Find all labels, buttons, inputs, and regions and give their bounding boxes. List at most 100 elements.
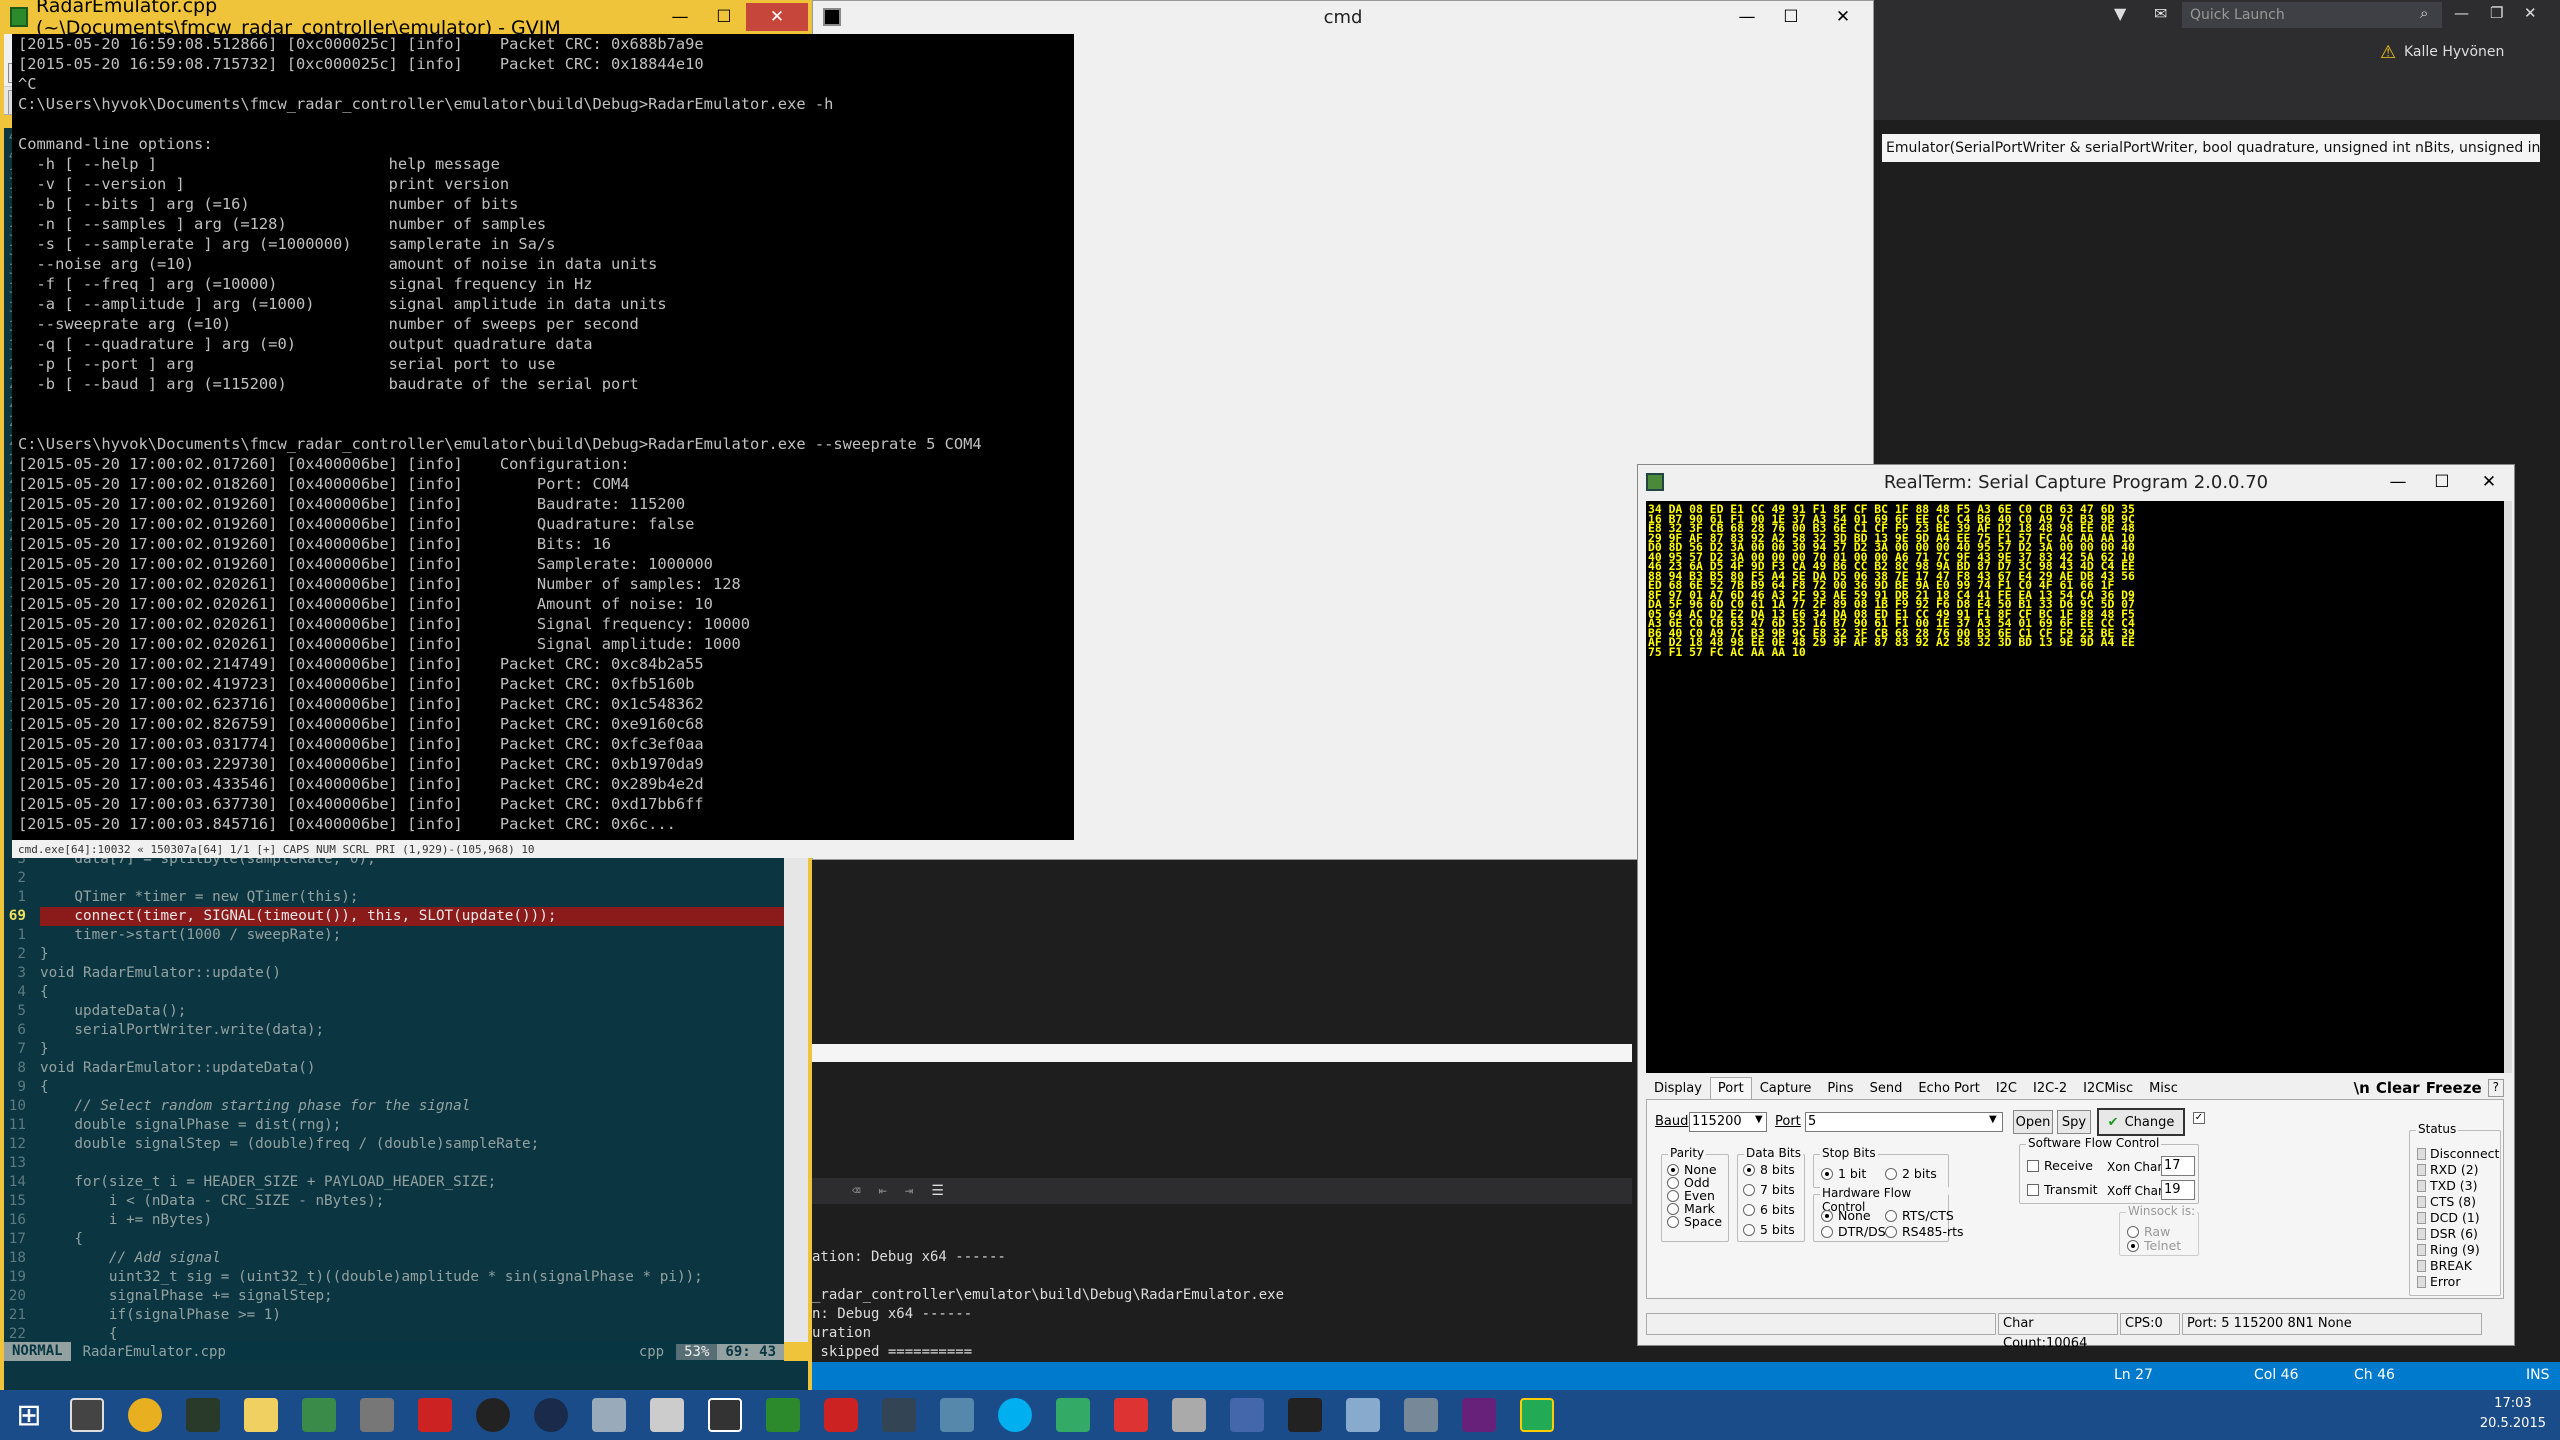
taskbar-app[interactable] <box>406 1390 464 1440</box>
taskbar-app[interactable] <box>1218 1390 1276 1440</box>
maximize-button[interactable]: ☐ <box>2420 468 2464 496</box>
chevron-down-icon[interactable]: ▼ <box>1755 1114 1763 1125</box>
stopbits-1-radio[interactable]: 1 bit <box>1821 1166 1866 1181</box>
steam-icon <box>534 1398 568 1432</box>
clear-button[interactable]: Clear <box>2376 1079 2420 1097</box>
console-line: [2015-05-20 16:59:08.715732] [0xc000025c… <box>18 55 704 73</box>
status-led-icon <box>2417 1179 2426 1192</box>
tab-echo-port[interactable]: Echo Port <box>1910 1077 1987 1099</box>
quick-launch-input[interactable]: Quick Launch <box>2182 2 2442 28</box>
taskbar-app[interactable] <box>580 1390 638 1440</box>
xoff-input[interactable]: 19 <box>2161 1180 2195 1200</box>
code-line: 8 void RadarEmulator::updateData() <box>4 1059 784 1078</box>
tab-send[interactable]: Send <box>1862 1077 1911 1099</box>
parity-space-radio[interactable]: Space <box>1667 1214 1722 1229</box>
cmd-titlebar[interactable]: cmd — ☐ ✕ <box>813 1 1873 33</box>
status-disconnect[interactable]: Disconnect <box>2417 1146 2499 1161</box>
receive-checkbox[interactable]: Receive <box>2027 1158 2093 1173</box>
taskbar-app[interactable] <box>174 1390 232 1440</box>
transmit-checkbox[interactable]: Transmit <box>2027 1182 2098 1197</box>
taskbar-app[interactable] <box>928 1390 986 1440</box>
chevron-down-icon[interactable]: ▼ <box>1989 1114 1997 1125</box>
clear-output-icon[interactable]: ⌫ <box>852 1182 860 1201</box>
taskbar-app[interactable] <box>1334 1390 1392 1440</box>
realterm-terminal[interactable]: 34 DA 08 ED E1 CC 49 91 F1 8F CF BC 1F 8… <box>1646 501 2504 1073</box>
tab-misc[interactable]: Misc <box>2141 1077 2186 1099</box>
port-select[interactable]: 5 <box>1805 1112 2003 1132</box>
line-text: double signalPhase = dist(rng); <box>40 1117 342 1133</box>
close-button[interactable]: ✕ <box>1813 3 1873 31</box>
prev-message-icon[interactable]: ⇤ <box>878 1182 886 1201</box>
hwflow-dtrdsr-radio[interactable]: DTR/DSR <box>1821 1224 1894 1239</box>
databits-5-radio[interactable]: 5 bits <box>1743 1222 1795 1237</box>
minimize-button[interactable]: — <box>2454 4 2469 22</box>
help-button[interactable]: ? <box>2487 1079 2504 1097</box>
taskbar-app[interactable] <box>1276 1390 1334 1440</box>
taskbar-app[interactable] <box>464 1390 522 1440</box>
feedback-icon[interactable]: ✉ <box>2154 4 2167 23</box>
freeze-button[interactable]: Freeze <box>2426 1079 2482 1097</box>
minimize-button[interactable]: — <box>1725 3 1769 31</box>
next-message-icon[interactable]: ⇥ <box>905 1182 913 1201</box>
stopbits-2-radio[interactable]: 2 bits <box>1885 1166 1937 1181</box>
user-name[interactable]: Kalle Hyvönen <box>2404 44 2504 60</box>
taskbar-app[interactable] <box>232 1390 290 1440</box>
taskbar-app[interactable] <box>986 1390 1044 1440</box>
tab-i2c[interactable]: I2C <box>1988 1077 2025 1099</box>
hwflow-none-radio[interactable]: None <box>1821 1208 1871 1223</box>
taskbar-app[interactable] <box>1160 1390 1218 1440</box>
spy-button[interactable]: Spy <box>2057 1110 2091 1134</box>
taskbar-app[interactable] <box>522 1390 580 1440</box>
tab-i2cmisc[interactable]: I2CMisc <box>2075 1077 2141 1099</box>
minimize-button[interactable]: — <box>658 3 702 31</box>
realterm-scrollbar[interactable] <box>2504 501 2512 1073</box>
restore-button[interactable]: ❐ <box>2490 4 2503 22</box>
word-wrap-icon[interactable]: ☰ <box>931 1182 944 1201</box>
taskbar-app[interactable] <box>58 1390 116 1440</box>
databits-6-radio[interactable]: 6 bits <box>1743 1202 1795 1217</box>
gvim-titlebar[interactable]: RadarEmulator.cpp (~\Documents\fmcw_rada… <box>4 0 808 39</box>
start-button[interactable]: ⊞ <box>0 1390 58 1440</box>
taskbar-app[interactable] <box>1508 1390 1566 1440</box>
taskbar-app[interactable] <box>638 1390 696 1440</box>
close-button[interactable]: ✕ <box>2464 468 2514 496</box>
system-clock[interactable]: 17:03 20.5.2015 <box>2480 1394 2546 1434</box>
taskbar-app[interactable] <box>696 1390 754 1440</box>
line-number: 4 <box>17 984 26 1000</box>
taskbar-app[interactable] <box>870 1390 928 1440</box>
close-button[interactable]: ✕ <box>746 3 808 31</box>
taskbar-app[interactable] <box>348 1390 406 1440</box>
maximize-button[interactable]: ☐ <box>702 3 746 31</box>
search-icon[interactable]: ⌕ <box>2420 4 2428 22</box>
taskbar-app[interactable] <box>1044 1390 1102 1440</box>
close-button[interactable]: ✕ <box>2524 4 2537 22</box>
change-button[interactable]: ✔ Change <box>2097 1108 2185 1136</box>
filter-icon[interactable]: ▼ <box>2114 4 2126 23</box>
newline-button[interactable]: \n <box>2354 1079 2370 1097</box>
taskbar-app[interactable] <box>1450 1390 1508 1440</box>
taskbar-app[interactable] <box>290 1390 348 1440</box>
app-icon <box>1172 1398 1206 1432</box>
realterm-titlebar[interactable]: RealTerm: Serial Capture Program 2.0.0.7… <box>1638 465 2514 499</box>
xon-input[interactable]: 17 <box>2161 1156 2195 1176</box>
taskbar-app[interactable] <box>1392 1390 1450 1440</box>
taskbar-app[interactable] <box>754 1390 812 1440</box>
taskbar-app[interactable] <box>1102 1390 1160 1440</box>
tab-i2c-2[interactable]: I2C-2 <box>2025 1077 2075 1099</box>
cmd-console[interactable]: [2015-05-20 16:59:08.512866] [0xc000025c… <box>12 34 1074 840</box>
statusbar-cell: CPS:0 <box>2120 1313 2180 1335</box>
change-checkbox[interactable]: ✓ <box>2193 1112 2205 1124</box>
hwflow-rs485-radio[interactable]: RS485-rts <box>1885 1224 1964 1239</box>
taskbar-app[interactable] <box>812 1390 870 1440</box>
open-button[interactable]: Open <box>2013 1110 2053 1134</box>
tab-pins[interactable]: Pins <box>1819 1077 1861 1099</box>
databits-8-radio[interactable]: 8 bits <box>1743 1162 1795 1177</box>
taskbar-app[interactable] <box>116 1390 174 1440</box>
tab-display[interactable]: Display <box>1646 1077 1710 1099</box>
tab-capture[interactable]: Capture <box>1752 1077 1820 1099</box>
databits-7-radio[interactable]: 7 bits <box>1743 1182 1795 1197</box>
tab-port[interactable]: Port <box>1709 1077 1752 1099</box>
minimize-button[interactable]: — <box>2376 468 2420 496</box>
hwflow-rtscts-radio[interactable]: RTS/CTS <box>1885 1208 1954 1223</box>
maximize-button[interactable]: ☐ <box>1769 3 1813 31</box>
